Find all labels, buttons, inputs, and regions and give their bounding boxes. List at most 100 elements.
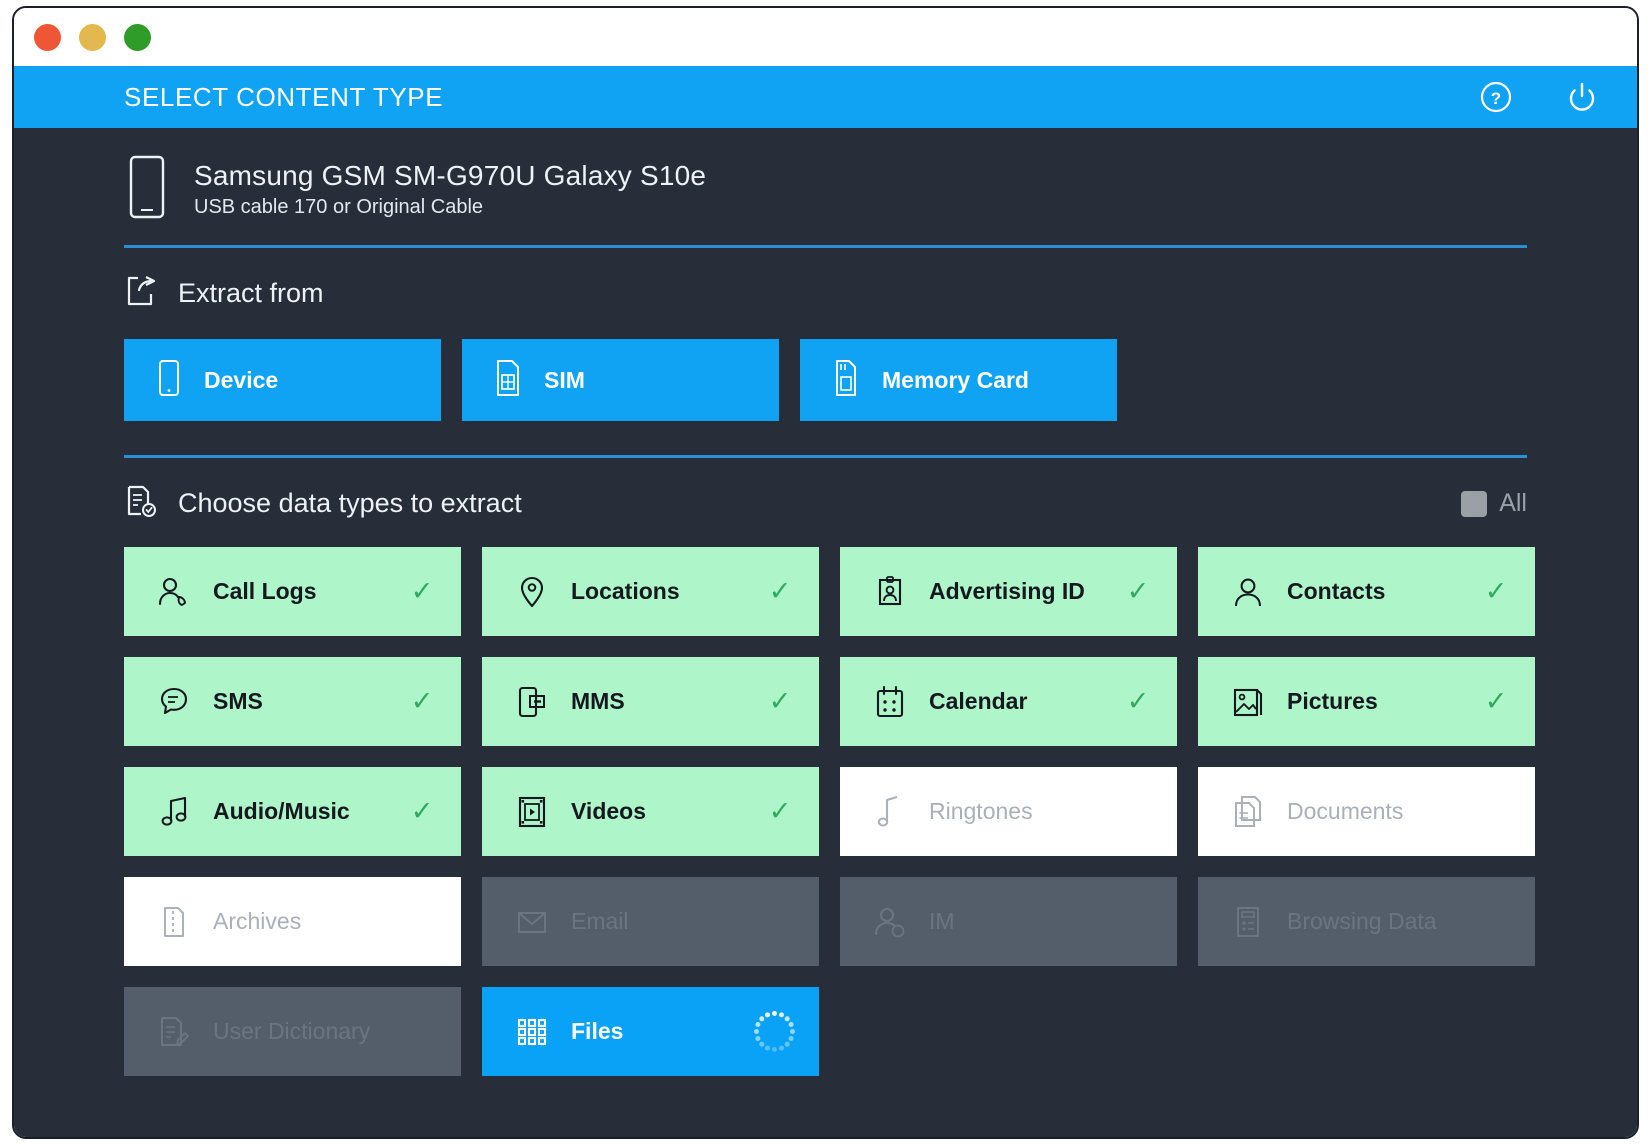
check-icon: ✓ bbox=[1126, 686, 1150, 716]
phone-icon bbox=[156, 359, 182, 402]
data-type-label: Documents bbox=[1287, 798, 1404, 824]
data-type-label: Files bbox=[571, 1018, 624, 1044]
data-type-tile-audio-music[interactable]: Audio/Music ✓ bbox=[124, 767, 461, 856]
close-window-button[interactable] bbox=[34, 23, 61, 51]
data-type-label: Ringtones bbox=[929, 798, 1033, 824]
sim-card-icon bbox=[494, 359, 522, 402]
advertising-id-icon bbox=[873, 575, 911, 609]
check-icon: ✓ bbox=[1484, 576, 1508, 606]
traffic-light-buttons bbox=[34, 23, 151, 51]
app-header-bar: SELECT CONTENT TYPE ? bbox=[14, 66, 1637, 128]
source-label: Memory Card bbox=[882, 366, 1029, 393]
data-type-label: Locations bbox=[571, 578, 680, 604]
user-dictionary-icon bbox=[157, 1015, 195, 1049]
power-icon[interactable] bbox=[1565, 80, 1599, 114]
check-icon: ✓ bbox=[768, 796, 792, 826]
svg-text:?: ? bbox=[1491, 89, 1501, 108]
source-button-memory-card[interactable]: Memory Card bbox=[800, 339, 1117, 421]
extract-source-buttons: Device SIM Memory Card bbox=[124, 339, 1527, 421]
check-icon: ✓ bbox=[1484, 686, 1508, 716]
data-type-tile-email: Email bbox=[482, 877, 819, 966]
ringtone-icon bbox=[873, 795, 911, 829]
data-type-tile-call-logs[interactable]: Call Logs ✓ bbox=[124, 547, 461, 636]
source-label: SIM bbox=[544, 366, 585, 393]
data-types-section-header: Choose data types to extract All bbox=[124, 458, 1527, 523]
data-type-label: Call Logs bbox=[213, 578, 317, 604]
source-button-device[interactable]: Device bbox=[124, 339, 441, 421]
video-icon bbox=[515, 795, 553, 829]
main-content: Samsung GSM SM-G970U Galaxy S10e USB cab… bbox=[14, 128, 1637, 1137]
calendar-icon bbox=[873, 685, 911, 719]
source-label: Device bbox=[204, 366, 279, 393]
help-icon[interactable]: ? bbox=[1479, 80, 1513, 114]
data-type-tile-ringtones[interactable]: Ringtones bbox=[840, 767, 1177, 856]
data-type-label: IM bbox=[929, 908, 955, 934]
data-type-label: Audio/Music bbox=[213, 798, 350, 824]
pictures-icon bbox=[1231, 685, 1269, 719]
data-type-tile-sms[interactable]: SMS ✓ bbox=[124, 657, 461, 746]
page-title: SELECT CONTENT TYPE bbox=[124, 81, 444, 112]
data-type-label: User Dictionary bbox=[213, 1018, 371, 1044]
contacts-icon bbox=[1231, 575, 1269, 609]
data-type-label: Email bbox=[571, 908, 629, 934]
data-types-title: Choose data types to extract bbox=[178, 488, 522, 518]
check-icon: ✓ bbox=[768, 686, 792, 716]
select-all-toggle[interactable]: All bbox=[1461, 489, 1527, 518]
data-type-label: Browsing Data bbox=[1287, 908, 1437, 934]
data-type-tile-browsing-data: Browsing Data bbox=[1198, 877, 1535, 966]
check-icon: ✓ bbox=[768, 576, 792, 606]
device-info: Samsung GSM SM-G970U Galaxy S10e USB cab… bbox=[124, 154, 1527, 245]
data-type-label: Calendar bbox=[929, 688, 1028, 714]
device-name: Samsung GSM SM-G970U Galaxy S10e bbox=[194, 160, 707, 191]
data-type-label: Contacts bbox=[1287, 578, 1386, 604]
data-type-tile-files[interactable]: Files bbox=[482, 987, 819, 1076]
files-grid-icon bbox=[515, 1015, 553, 1049]
source-button-sim[interactable]: SIM bbox=[462, 339, 779, 421]
archive-icon bbox=[157, 905, 195, 939]
data-type-label: Videos bbox=[571, 798, 646, 824]
data-type-tile-im: IM bbox=[840, 877, 1177, 966]
header-actions: ? bbox=[1479, 80, 1599, 114]
email-icon bbox=[515, 905, 553, 939]
extract-from-title: Extract from bbox=[178, 278, 324, 308]
check-icon: ✓ bbox=[410, 686, 434, 716]
data-type-tile-pictures[interactable]: Pictures ✓ bbox=[1198, 657, 1535, 746]
data-type-tile-calendar[interactable]: Calendar ✓ bbox=[840, 657, 1177, 746]
extract-icon bbox=[124, 274, 158, 313]
data-type-tile-advertising-id[interactable]: Advertising ID ✓ bbox=[840, 547, 1177, 636]
data-type-tile-documents[interactable]: Documents bbox=[1198, 767, 1535, 856]
sms-icon bbox=[157, 685, 195, 719]
documents-icon bbox=[1231, 795, 1269, 829]
check-icon: ✓ bbox=[410, 576, 434, 606]
phone-icon bbox=[124, 154, 170, 225]
data-type-label: MMS bbox=[571, 688, 625, 714]
memory-card-icon bbox=[832, 359, 860, 402]
data-type-label: SMS bbox=[213, 688, 263, 714]
extract-from-section-header: Extract from bbox=[124, 248, 1527, 313]
data-type-tile-archives[interactable]: Archives bbox=[124, 877, 461, 966]
data-type-grid: Call Logs ✓ Locations ✓ Advertising ID ✓… bbox=[124, 547, 1535, 1076]
device-connection: USB cable 170 or Original Cable bbox=[194, 196, 484, 218]
data-type-label: Archives bbox=[213, 908, 302, 934]
mms-icon bbox=[515, 685, 553, 719]
loading-spinner-icon bbox=[753, 1011, 795, 1053]
check-icon: ✓ bbox=[1126, 576, 1150, 606]
call-log-icon bbox=[157, 575, 195, 609]
browsing-data-icon bbox=[1231, 905, 1269, 939]
application-window: SELECT CONTENT TYPE ? Samsung GSM SM-G97… bbox=[12, 6, 1639, 1139]
minimize-window-button[interactable] bbox=[79, 23, 106, 51]
maximize-window-button[interactable] bbox=[124, 23, 151, 51]
data-type-tile-mms[interactable]: MMS ✓ bbox=[482, 657, 819, 746]
select-all-label: All bbox=[1499, 489, 1527, 517]
im-icon bbox=[873, 905, 911, 939]
data-type-label: Pictures bbox=[1287, 688, 1378, 714]
data-type-tile-contacts[interactable]: Contacts ✓ bbox=[1198, 547, 1535, 636]
select-all-checkbox[interactable] bbox=[1461, 490, 1488, 517]
data-type-tile-user-dictionary: User Dictionary bbox=[124, 987, 461, 1076]
window-titlebar bbox=[14, 8, 1637, 66]
data-type-tile-videos[interactable]: Videos ✓ bbox=[482, 767, 819, 856]
data-type-tile-locations[interactable]: Locations ✓ bbox=[482, 547, 819, 636]
audio-music-icon bbox=[157, 795, 195, 829]
document-check-icon bbox=[124, 484, 158, 523]
data-type-label: Advertising ID bbox=[929, 578, 1085, 604]
